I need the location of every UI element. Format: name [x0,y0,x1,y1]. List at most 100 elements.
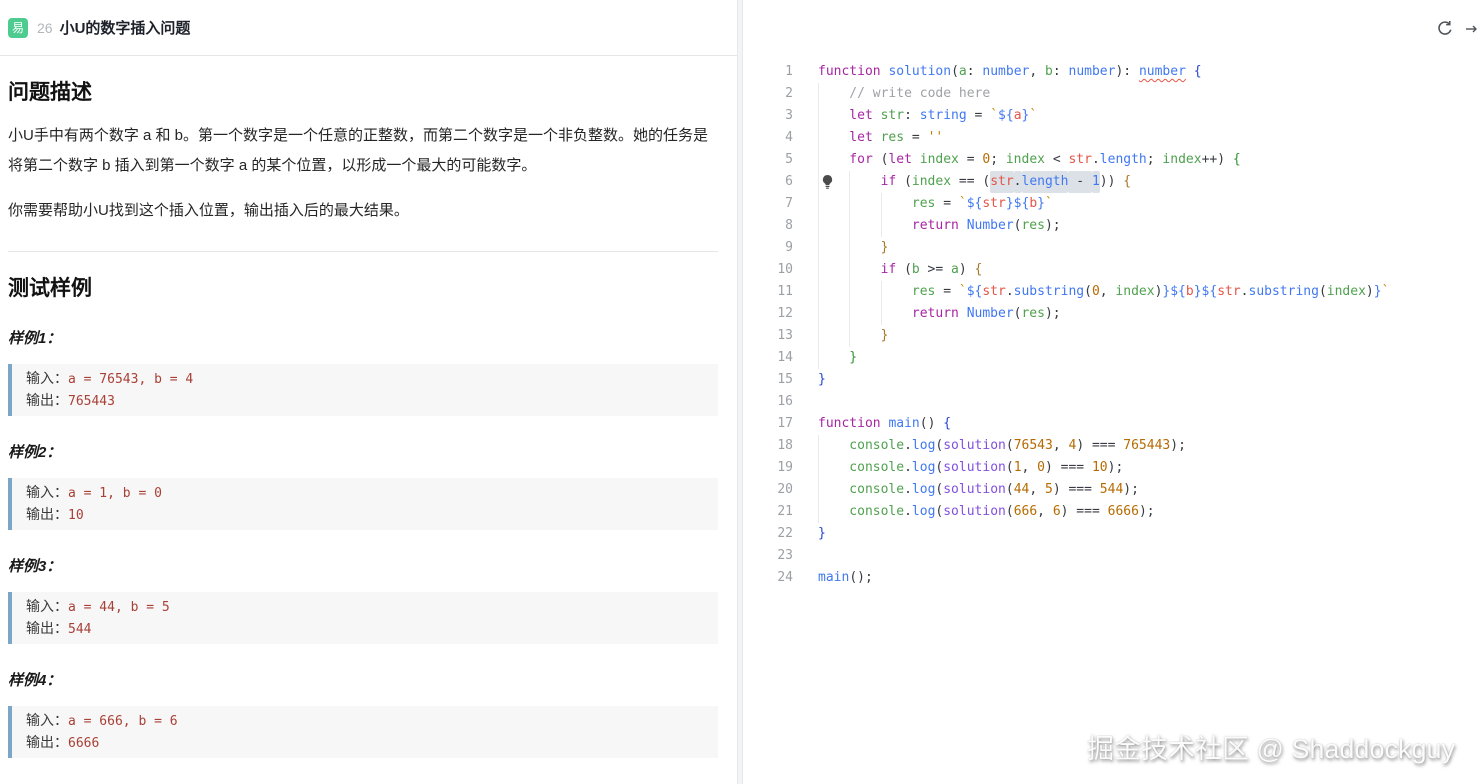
code-line[interactable]: 23 [743,545,1477,567]
code-line-text[interactable]: main(); [818,567,873,589]
line-number[interactable]: 20 [743,479,793,501]
lightbulb-icon[interactable] [821,174,835,190]
line-number[interactable]: 7 [743,193,793,215]
line-number[interactable]: 14 [743,347,793,369]
line-number[interactable]: 8 [743,215,793,237]
line-number[interactable]: 11 [743,281,793,303]
code-line[interactable]: 14} [743,347,1477,369]
line-number[interactable]: 16 [743,391,793,413]
line-number[interactable]: 3 [743,105,793,127]
code-line[interactable]: 3 let str: string = `${a}` [743,105,1477,127]
code-line-text[interactable]: res = `${str.substring(0, index)}${b}${s… [818,281,1389,303]
line-number[interactable]: 2 [743,83,793,105]
line-number[interactable]: 24 [743,567,793,589]
line-number[interactable]: 15 [743,369,793,391]
code-token: Number [967,215,1014,237]
code-line[interactable]: 9} [743,237,1477,259]
code-line-text[interactable]: } [818,369,826,391]
code-line[interactable]: 22} [743,523,1477,545]
code-line-text[interactable]: res = `${str}${b}` [818,193,1053,215]
code-area[interactable]: 1 function solution(a: number, b: number)… [743,61,1477,589]
code-token: index [1006,149,1045,171]
code-line-text[interactable]: if (b >= a) { [818,259,982,281]
line-number[interactable]: 10 [743,259,793,281]
code-token: ` [1382,281,1390,303]
code-token: ) [1366,281,1374,303]
code-token: 6666 [1108,501,1139,523]
code-line-text[interactable]: if (index == (str.length - 1)) { [818,171,1131,193]
line-number[interactable]: 1 [743,61,793,83]
code-line[interactable]: 16 [743,391,1477,413]
code-line[interactable]: 15} [743,369,1477,391]
code-line-text[interactable]: function main() { [818,413,951,435]
code-token: . [1241,281,1249,303]
line-number[interactable]: 21 [743,501,793,523]
code-line-text[interactable]: } [818,347,857,369]
line-number[interactable]: 5 [743,149,793,171]
code-token: { [1233,149,1241,171]
code-line[interactable]: 13} [743,325,1477,347]
code-token: { [1194,61,1202,83]
code-line[interactable]: 19 console.log(solution(1, 0) === 10); [743,457,1477,479]
sample-output-line: 输出：10 [26,504,704,526]
line-number[interactable]: 6 [743,171,793,193]
code-token: 666 [1014,501,1037,523]
line-number[interactable]: 23 [743,545,793,567]
collapse-panel-icon[interactable] [1465,20,1477,38]
code-token: a [951,259,959,281]
code-line-text[interactable]: } [818,237,888,259]
line-number[interactable]: 17 [743,413,793,435]
indent-guide [881,215,912,237]
code-token: solution [888,61,951,83]
code-line[interactable]: 1 function solution(a: number, b: number)… [743,61,1477,83]
io-value: a = 1, b = 0 [68,486,162,501]
code-token: } [1022,105,1030,127]
refresh-icon[interactable] [1436,20,1454,38]
code-line-text[interactable]: } [818,325,888,347]
code-line-text[interactable]: console.log(solution(76543, 4) === 76544… [818,435,1186,457]
code-token: index [912,171,951,193]
line-number[interactable]: 12 [743,303,793,325]
line-number[interactable]: 13 [743,325,793,347]
sample-label: 样例4： [8,669,718,690]
line-number[interactable]: 19 [743,457,793,479]
code-token: . [904,479,912,501]
code-line-text[interactable]: for (let index = 0; index < str.length; … [818,149,1241,171]
code-line-text[interactable]: return Number(res); [818,215,1061,237]
code-line[interactable]: 8 return Number(res); [743,215,1477,237]
line-number[interactable]: 4 [743,127,793,149]
code-line[interactable]: 2 // write code here [743,83,1477,105]
code-token: 10 [1092,457,1108,479]
code-line[interactable]: 21 console.log(solution(666, 6) === 6666)… [743,501,1477,523]
code-line[interactable]: 5 for (let index = 0; index < str.length;… [743,149,1477,171]
code-line-text[interactable]: let res = '' [818,127,943,149]
code-line-text[interactable]: // write code here [818,83,990,105]
code-line-text[interactable]: function solution(a: number, b: number):… [818,61,1202,83]
code-line-text[interactable]: } [818,523,826,545]
code-line[interactable]: 6 if (index == (str.length - 1)) { [743,171,1477,193]
code-line[interactable]: 11res = `${str.substring(0, index)}${b}$… [743,281,1477,303]
sample-input-line: 输入：a = 666, b = 6 [26,710,704,732]
code-line[interactable]: 12 return Number(res); [743,303,1477,325]
code-line-text[interactable]: console.log(solution(44, 5) === 544); [818,479,1139,501]
code-line[interactable]: 17 function main() { [743,413,1477,435]
code-line-text[interactable]: console.log(solution(666, 6) === 6666); [818,501,1155,523]
code-line-text[interactable]: console.log(solution(1, 0) === 10); [818,457,1123,479]
code-token: ${ [967,281,983,303]
code-line[interactable]: 20 console.log(solution(44, 5) === 544); [743,479,1477,501]
code-line[interactable]: 10 if (b >= a) { [743,259,1477,281]
code-token: number [1069,61,1116,83]
code-line[interactable]: 7 res = `${str}${b}` [743,193,1477,215]
line-number[interactable]: 9 [743,237,793,259]
code-line[interactable]: 4 let res = '' [743,127,1477,149]
code-token: ( [1014,303,1022,325]
line-number[interactable]: 18 [743,435,793,457]
code-line-text[interactable]: return Number(res); [818,303,1061,325]
code-token: 4 [1068,435,1076,457]
code-line-text[interactable]: let str: string = `${a}` [818,105,1037,127]
code-line[interactable]: 18 console.log(solution(76543, 4) === 765… [743,435,1477,457]
line-number[interactable]: 22 [743,523,793,545]
code-line[interactable]: 24 main(); [743,567,1477,589]
io-value: a = 76543, b = 4 [68,372,193,387]
code-token: console [849,435,904,457]
